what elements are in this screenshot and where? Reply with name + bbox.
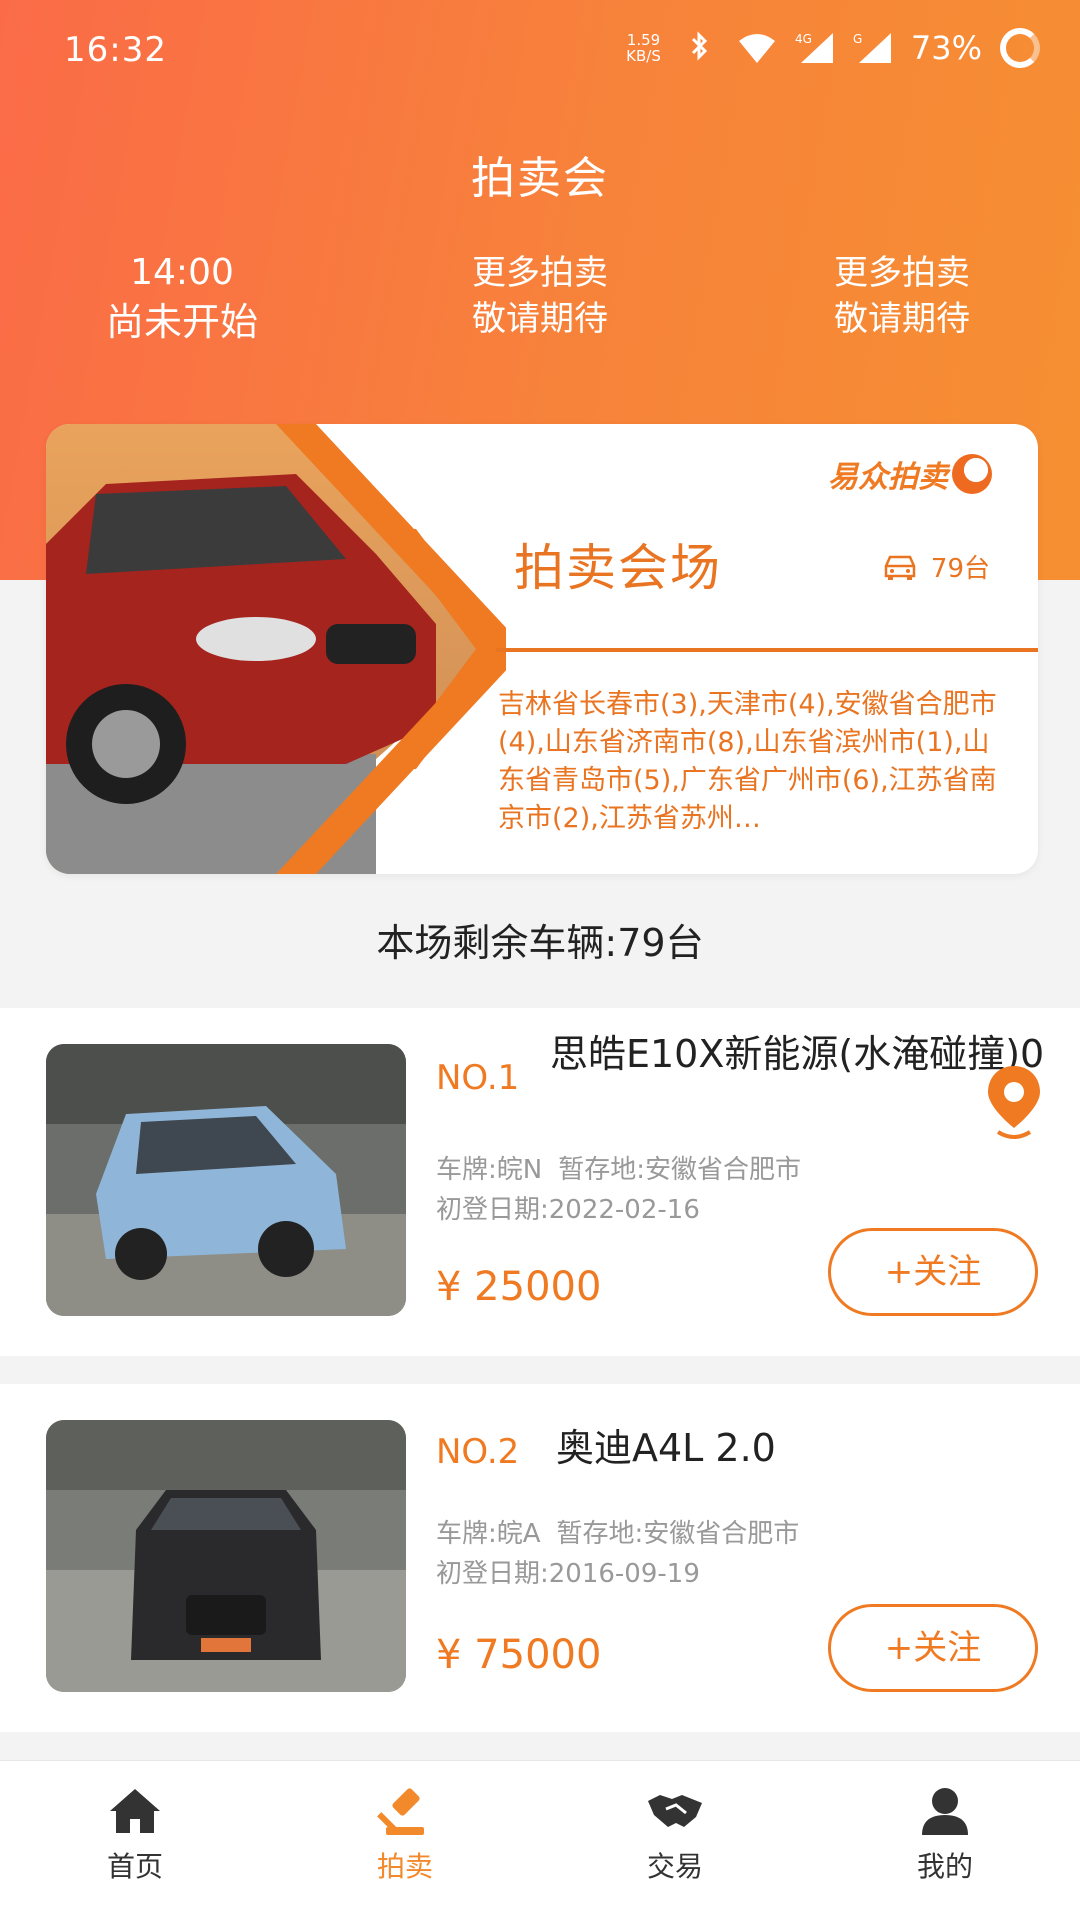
nav-auction[interactable]: 拍卖 (270, 1761, 540, 1920)
vehicle-meta: 车牌:皖A 暂存地:安徽省合肥市 初登日期:2016-09-19 (436, 1514, 799, 1594)
venue-count-text: 79台 (930, 554, 990, 584)
session-time: 更多拍卖 (834, 253, 970, 293)
bottom-nav: 首页 拍卖 交易 我的 (0, 1760, 1080, 1920)
vehicle-storage: 暂存地:安徽省合肥市 (556, 1519, 800, 1549)
net-speed-unit: KB/S (626, 47, 661, 65)
nav-mine-label: 我的 (916, 1850, 973, 1883)
venue-cities: 吉林省长春市(3),天津市(4),安徽省合肥市(4),山东省济南市(8),山东省… (498, 689, 997, 834)
divider (496, 648, 1038, 652)
vehicle-price: ¥ 75000 (436, 1632, 602, 1678)
follow-button[interactable]: +关注 (828, 1228, 1038, 1316)
bluetooth-icon (679, 31, 719, 65)
brand-swirl-icon (952, 454, 992, 494)
vehicle-photo[interactable] (46, 1420, 406, 1692)
net-speed: 1.59 KB/S (626, 32, 661, 64)
handshake-icon (648, 1795, 702, 1827)
nav-auction-label: 拍卖 (376, 1850, 433, 1883)
session-1[interactable]: 14:00 尚未开始 (32, 250, 332, 348)
vehicle-plate: 车牌:皖N (436, 1155, 543, 1185)
status-icons: 1.59 KB/S 4G G 73% (626, 28, 1040, 68)
battery-icon (1000, 28, 1040, 68)
car-icon (884, 555, 916, 580)
follow-button[interactable]: +关注 (828, 1604, 1038, 1692)
session-time: 更多拍卖 (472, 253, 608, 293)
vehicle-photo[interactable] (46, 1044, 406, 1316)
vehicle-card[interactable]: NO.2 奥迪A4L 2.0 车牌:皖A 暂存地:安徽省合肥市 初登日期:2016… (0, 1384, 1080, 1732)
vehicle-card[interactable]: NO.1 思皓E10X新能源(水淹碰撞)0 车牌:皖N 暂存地:安徽省合肥市 初登… (0, 1008, 1080, 1356)
auction-venue-banner[interactable]: 易众拍卖 拍卖会场 79台 吉林省长春市(3),天津市(4),安徽省合肥市(4)… (46, 424, 1038, 874)
venue-car-count: 79台 (881, 548, 990, 585)
signal-4g-icon: 4G (795, 31, 835, 65)
nav-home-label: 首页 (106, 1850, 163, 1883)
session-status: 敬请期待 (472, 299, 608, 339)
session-status: 尚未开始 (105, 300, 258, 344)
auction-page: 16:32 1.59 KB/S 4G G 73% 拍卖会 14:00 尚未开始 … (0, 0, 1080, 1920)
vehicle-number: NO.2 (436, 1432, 520, 1472)
nav-trade-label: 交易 (646, 1850, 703, 1883)
brand-logo: 易众拍卖 (828, 452, 992, 496)
battery-percent: 73% (910, 29, 982, 67)
vehicle-name: 思皓E10X新能源(水淹碰撞)0 (550, 1032, 1045, 1076)
svg-text:4G: 4G (795, 32, 812, 46)
auction-sessions: 14:00 尚未开始 更多拍卖 敬请期待 更多拍卖 敬请期待 (0, 250, 1080, 350)
vehicle-reg-date: 初登日期:2022-02-16 (436, 1195, 700, 1225)
svg-text:G: G (853, 32, 862, 46)
status-time: 16:32 (64, 30, 167, 70)
session-2[interactable]: 更多拍卖 敬请期待 (390, 250, 690, 342)
user-icon (922, 1788, 968, 1835)
session-3[interactable]: 更多拍卖 敬请期待 (752, 250, 1052, 342)
vehicle-name: 奥迪A4L 2.0 (556, 1426, 776, 1470)
vehicle-storage: 暂存地:安徽省合肥市 (558, 1155, 801, 1185)
banner-car-image (46, 424, 506, 874)
home-icon (110, 1789, 160, 1833)
gavel-icon (377, 1788, 424, 1835)
venue-title: 拍卖会场 (514, 539, 722, 597)
vehicle-price: ¥ 25000 (436, 1264, 602, 1310)
wifi-icon (737, 31, 777, 65)
location-pin-icon[interactable] (984, 1062, 1044, 1142)
remaining-vehicles: 本场剩余车辆:79台 (376, 921, 704, 965)
vehicle-meta: 车牌:皖N 暂存地:安徽省合肥市 初登日期:2022-02-16 (436, 1150, 801, 1230)
status-bar: 16:32 1.59 KB/S 4G G 73% (0, 0, 1080, 100)
vehicle-plate: 车牌:皖A (436, 1519, 541, 1549)
net-speed-value: 1.59 (626, 31, 661, 49)
brand-name: 易众拍卖 (828, 460, 948, 495)
nav-mine[interactable]: 我的 (810, 1761, 1080, 1920)
page-title: 拍卖会 (471, 153, 609, 204)
session-time: 14:00 (130, 252, 234, 293)
vehicle-number: NO.1 (436, 1058, 520, 1098)
vehicle-reg-date: 初登日期:2016-09-19 (436, 1559, 700, 1589)
nav-home[interactable]: 首页 (0, 1761, 270, 1920)
signal-g-icon: G (853, 31, 893, 65)
nav-trade[interactable]: 交易 (540, 1761, 810, 1920)
session-status: 敬请期待 (834, 299, 970, 339)
